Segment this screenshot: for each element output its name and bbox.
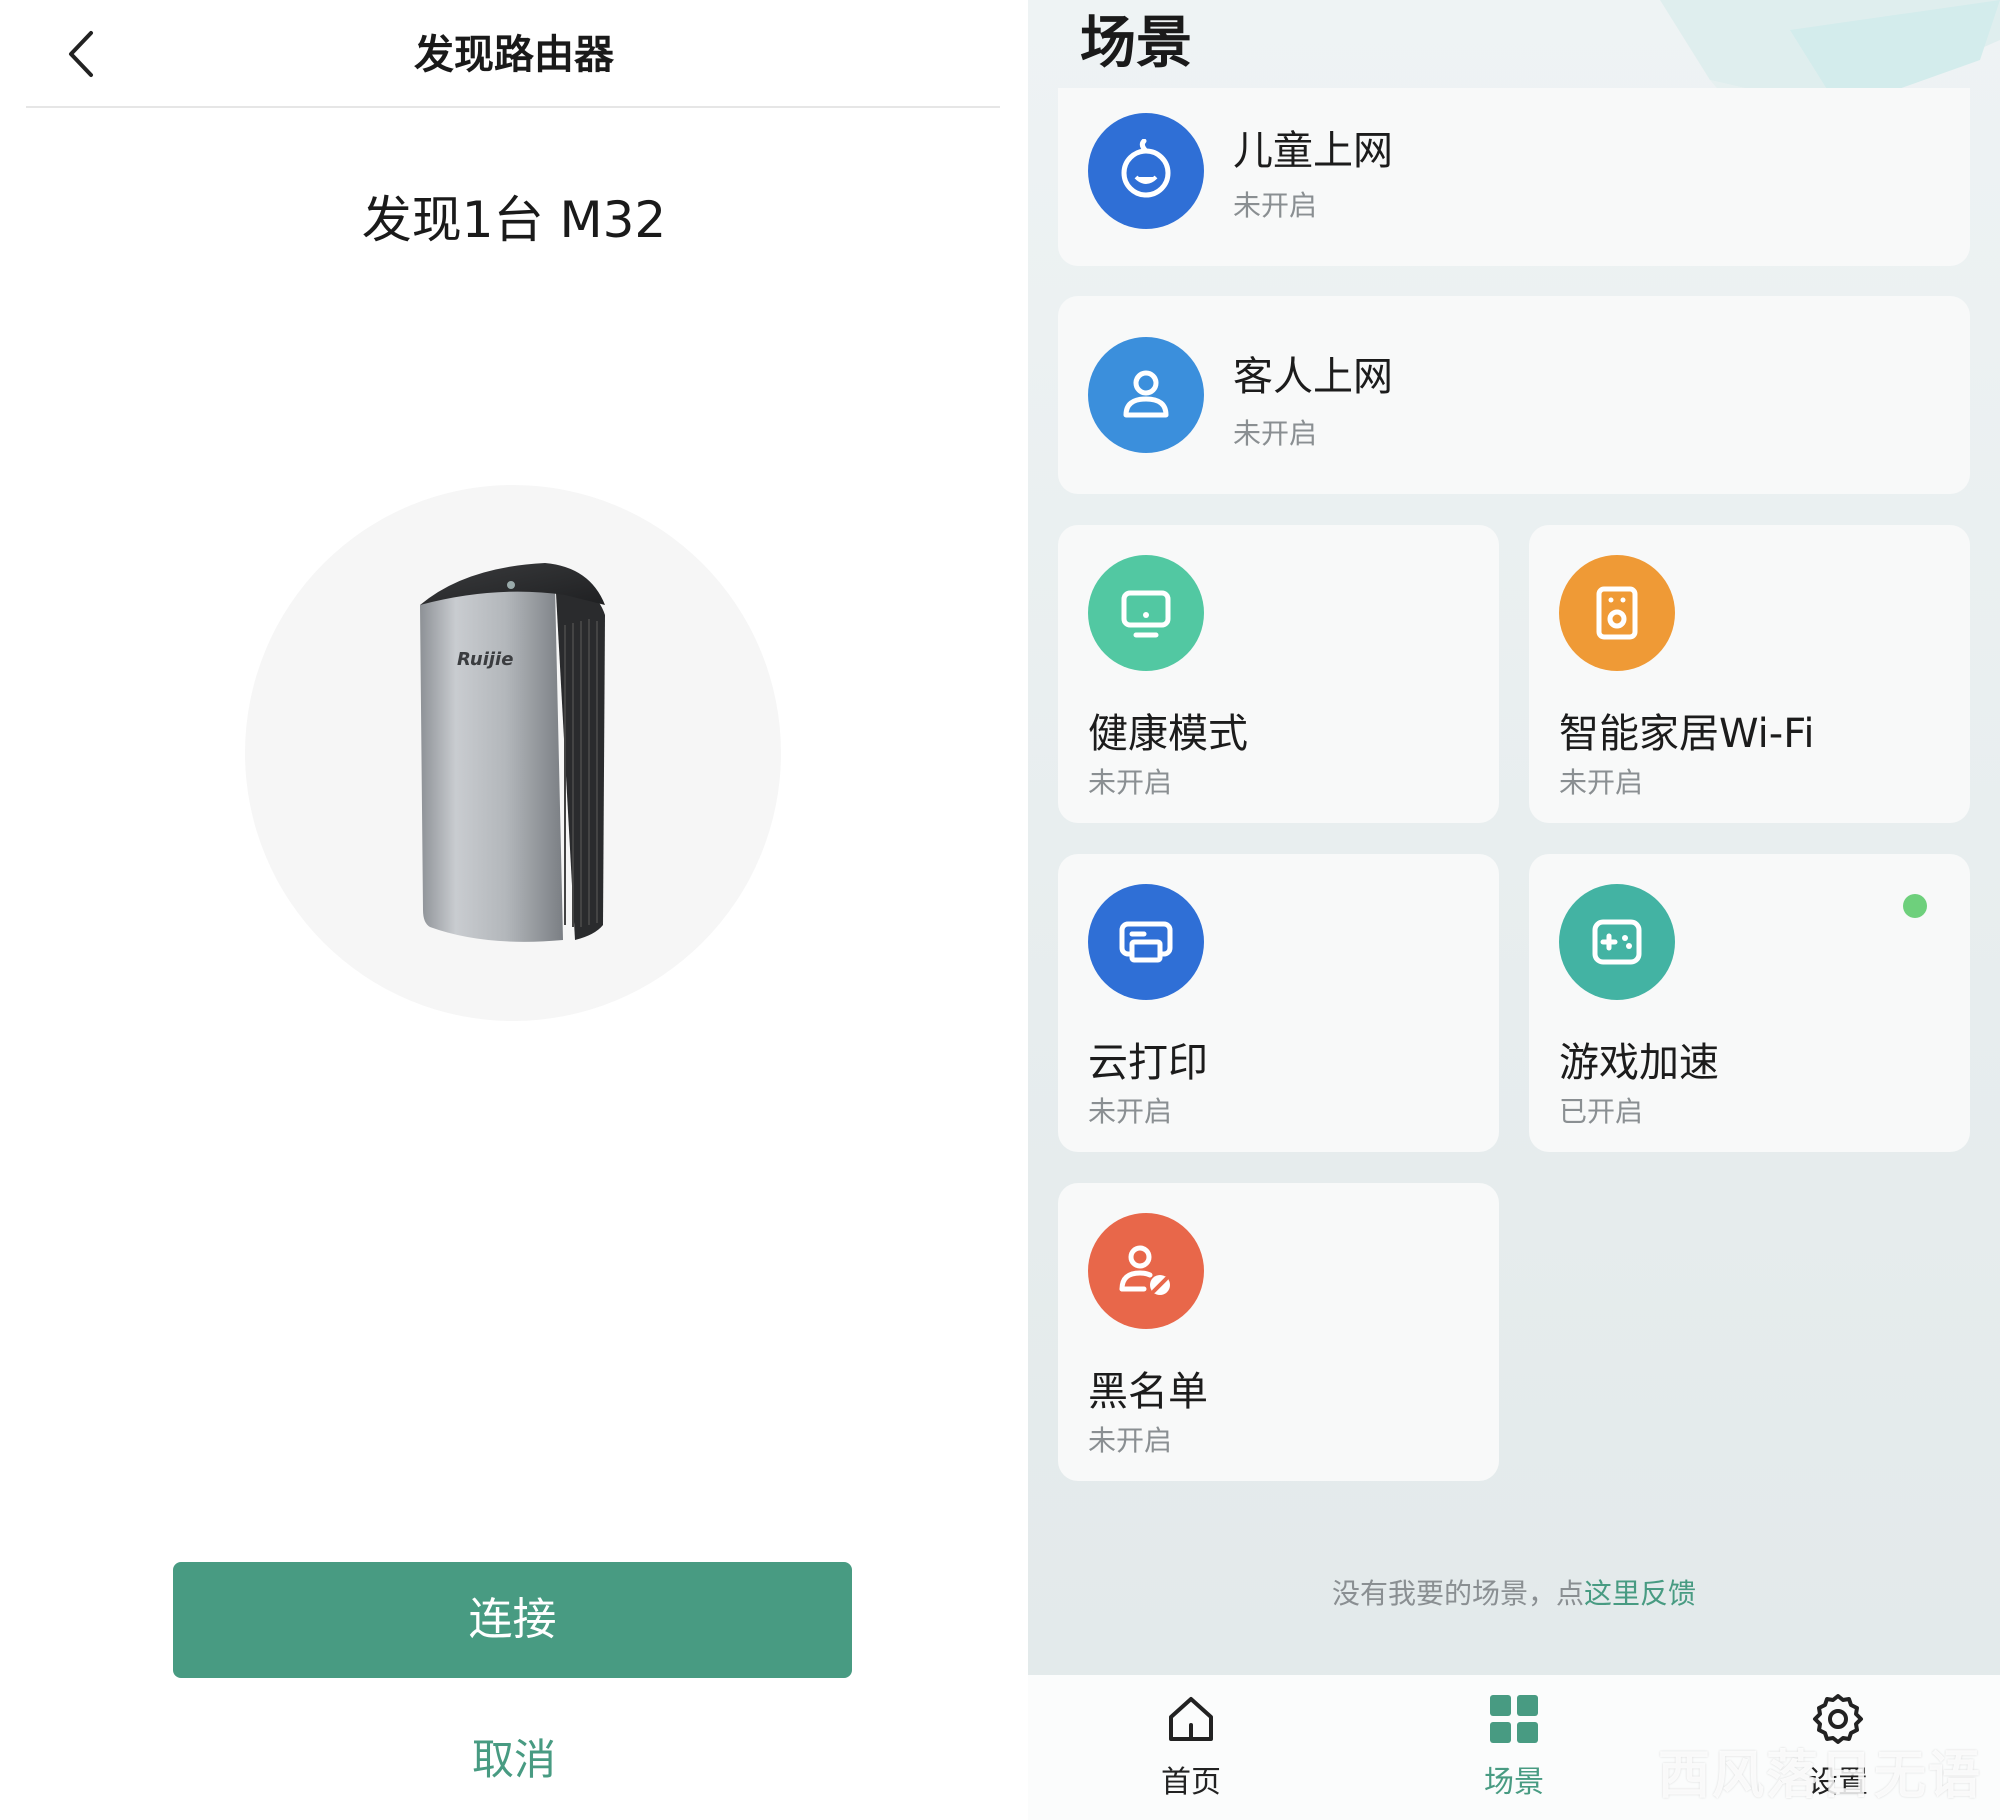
speaker-icon <box>1559 555 1675 671</box>
tab-scene[interactable]: 场景 <box>1434 1689 1594 1809</box>
scene-card-status: 未开启 <box>1233 189 1318 222</box>
scene-card-title: 健康模式 <box>1088 711 1248 757</box>
feedback-hint: 没有我要的场景，点这里反馈 <box>1028 1572 2000 1616</box>
router-brand-logo: Ruijie <box>457 649 513 670</box>
feedback-link[interactable]: 这里反馈 <box>1584 1577 1696 1610</box>
found-device-title: 发现1台 M32 <box>361 191 667 249</box>
scene-card-child[interactable]: 儿童上网 未开启 <box>1058 88 1970 266</box>
scene-card-smart-home[interactable]: 智能家居Wi-Fi 未开启 <box>1529 525 1970 823</box>
home-icon <box>1161 1689 1221 1749</box>
discover-router-screen: 发现路由器 发现1台 M32 Ruijie 连接 取消 <box>0 0 1028 1820</box>
scene-card-title: 儿童上网 <box>1233 128 1393 174</box>
scene-card-status: 未开启 <box>1088 766 1173 799</box>
monitor-icon <box>1088 555 1204 671</box>
page-title: 场景 <box>1080 11 1192 76</box>
scene-card-status: 未开启 <box>1088 1424 1173 1457</box>
scene-card-title: 游戏加速 <box>1559 1040 1719 1086</box>
feedback-text: 没有我要的场景，点 <box>1331 1577 1584 1610</box>
grid-icon <box>1484 1689 1544 1749</box>
scene-card-blacklist[interactable]: 黑名单 未开启 <box>1058 1183 1499 1481</box>
guest-user-icon <box>1088 337 1204 453</box>
block-user-icon <box>1088 1213 1204 1329</box>
scene-card-status: 未开启 <box>1559 766 1644 799</box>
scene-screen: 场景 儿童上网 未开启 客人上网 未开启 健康模式 未开启 智能家居Wi-Fi … <box>1028 0 2000 1820</box>
nav-title: 发现路由器 <box>414 32 614 78</box>
scene-card-game-boost[interactable]: 游戏加速 已开启 <box>1529 854 1970 1152</box>
scene-card-title: 智能家居Wi-Fi <box>1559 711 1815 757</box>
active-indicator-dot <box>1903 894 1927 918</box>
scene-card-title: 客人上网 <box>1233 354 1393 400</box>
nav-divider <box>26 106 1000 108</box>
watermark-text: 西风落日无语 <box>1657 1746 1982 1806</box>
connect-button[interactable]: 连接 <box>173 1562 852 1678</box>
scene-card-title: 黑名单 <box>1088 1369 1208 1415</box>
tab-home[interactable]: 首页 <box>1111 1689 1271 1809</box>
tab-label: 场景 <box>1484 1765 1544 1800</box>
scene-card-status: 已开启 <box>1559 1095 1644 1128</box>
scene-card-status: 未开启 <box>1088 1095 1173 1128</box>
cancel-button[interactable]: 取消 <box>0 1725 1028 1795</box>
child-face-icon <box>1088 113 1204 229</box>
gamepad-icon <box>1559 884 1675 1000</box>
router-device-image: Ruijie <box>420 563 605 942</box>
tab-label: 首页 <box>1161 1765 1221 1800</box>
scene-card-cloud-print[interactable]: 云打印 未开启 <box>1058 854 1499 1152</box>
scene-card-health[interactable]: 健康模式 未开启 <box>1058 525 1499 823</box>
scene-card-status: 未开启 <box>1233 417 1318 450</box>
printer-icon <box>1088 884 1204 1000</box>
scene-card-title: 云打印 <box>1088 1040 1208 1086</box>
scene-card-guest[interactable]: 客人上网 未开启 <box>1058 296 1970 494</box>
